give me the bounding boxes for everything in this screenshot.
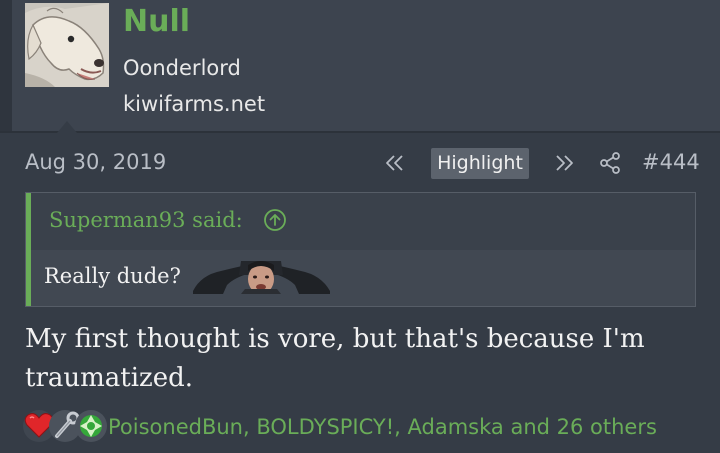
user-title: Oonderlord: [123, 56, 241, 80]
quote-header: Superman93 said:: [31, 193, 695, 250]
reaction-icons[interactable]: [22, 408, 107, 444]
quote-text: Really dude?: [44, 264, 181, 288]
previous-highlight-icon[interactable]: [383, 151, 407, 175]
post-date[interactable]: Aug 30, 2019: [25, 148, 166, 176]
highlight-button[interactable]: Highlight: [431, 148, 529, 179]
post-number-link[interactable]: #444: [642, 148, 700, 176]
user-header: Null Oonderlord kiwifarms.net: [0, 0, 720, 133]
user-pointer-arrow: [57, 121, 77, 133]
arrow-up-circle-icon[interactable]: [263, 208, 287, 232]
divider: [0, 131, 720, 133]
username[interactable]: Null: [123, 2, 190, 42]
user-site: kiwifarms.net: [123, 92, 266, 116]
spin-icon: [75, 410, 107, 442]
avatar[interactable]: [25, 3, 109, 87]
share-icon[interactable]: [598, 151, 622, 175]
next-highlight-icon[interactable]: [552, 151, 576, 175]
reaction-list-link[interactable]: PoisonedBun, BOLDYSPICY!, Adamska and 26…: [108, 413, 657, 441]
quote-block: Superman93 said: Really dude?: [25, 192, 696, 307]
forum-post: Null Oonderlord kiwifarms.net Aug 30, 20…: [0, 0, 720, 453]
user-header-panel: [12, 0, 720, 133]
quote-author-link[interactable]: Superman93 said:: [49, 206, 243, 234]
message-line: My first thought is vore, but that's bec…: [25, 324, 645, 354]
message-line: traumatized.: [25, 363, 194, 393]
post-message: My first thought is vore, but that's bec…: [25, 320, 685, 398]
quote-accent-bar: [26, 193, 31, 306]
dog-avatar-image: [25, 3, 109, 87]
emote-image: [193, 261, 330, 294]
